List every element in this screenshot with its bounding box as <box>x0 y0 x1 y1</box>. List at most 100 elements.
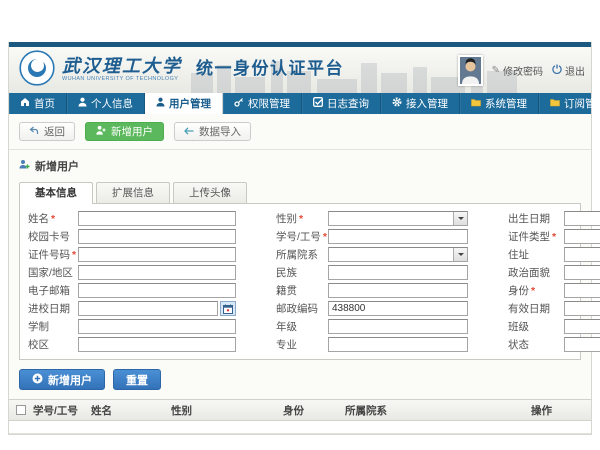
nav-label: 日志查询 <box>327 96 369 111</box>
back-button[interactable]: 返回 <box>19 122 75 141</box>
native-place-input[interactable] <box>328 283 468 298</box>
toolbar-add-user-button[interactable]: 新增用户 <box>85 122 164 141</box>
field-email: 电子邮箱 <box>28 283 236 298</box>
field-label: 学制 <box>28 321 49 333</box>
gender-select[interactable] <box>328 211 468 226</box>
column-header-actions: 操作 <box>527 403 591 418</box>
reset-button[interactable]: 重置 <box>113 369 161 390</box>
auth-platform-window: 武汉理工大学 WUHAN UNIVERSITY OF TECHNOLOGY 统一… <box>8 42 592 435</box>
field-label: 专业 <box>276 339 297 351</box>
nav-item-system-management[interactable]: 系统管理 <box>460 93 539 114</box>
table-empty-row <box>9 421 591 434</box>
field-native-place: 籍贯 <box>276 283 468 298</box>
nav-label: 个人信息 <box>91 96 133 111</box>
nav-label: 订阅管理 <box>564 96 600 111</box>
folder-icon <box>550 98 560 110</box>
field-label: 有效日期 <box>508 303 550 315</box>
change-password-label: 修改密码 <box>503 63 543 78</box>
toolbar: 返回 新增用户 数据导入 <box>9 114 591 150</box>
address-input[interactable] <box>564 247 600 262</box>
required-marker: * <box>531 285 535 297</box>
required-marker: * <box>299 213 303 225</box>
status-input[interactable] <box>564 337 600 352</box>
dropdown-arrow-icon[interactable] <box>453 212 467 225</box>
select-all-checkbox[interactable] <box>16 405 26 415</box>
required-marker: * <box>51 213 55 225</box>
data-import-button[interactable]: 数据导入 <box>174 122 251 141</box>
form-tabs: 基本信息 扩展信息 上传头像 <box>9 179 591 203</box>
main-navigation: 首页 个人信息 用户管理 权限管理 日志查询 接入管理 系统管理 订阅管理 <box>9 93 591 114</box>
add-user-icon <box>96 125 106 138</box>
field-name: 姓名* <box>28 211 236 226</box>
field-label: 姓名 <box>28 213 49 225</box>
political-status-input[interactable] <box>564 265 600 280</box>
logout-link[interactable]: 退出 <box>552 63 585 78</box>
reset-label: 重置 <box>126 372 148 388</box>
section-header: 新增用户 <box>9 150 591 179</box>
name-input[interactable] <box>78 211 236 226</box>
field-identity: 身份* <box>508 283 600 298</box>
nav-item-personal-info[interactable]: 个人信息 <box>67 93 145 114</box>
nav-label: 接入管理 <box>406 96 448 111</box>
field-label: 身份 <box>508 285 529 297</box>
gear-icon <box>392 97 402 110</box>
basic-info-form-panel: 姓名* 性别* 出生日期 校园卡号 学号/工号* <box>19 203 581 360</box>
tab-extended-info[interactable]: 扩展信息 <box>96 182 170 203</box>
dropdown-arrow-icon[interactable] <box>453 248 467 261</box>
nav-item-subscription-management[interactable]: 订阅管理 <box>539 93 600 114</box>
field-label: 学号/工号 <box>276 231 321 243</box>
class-input[interactable] <box>564 319 600 334</box>
field-grade: 年级 <box>276 319 468 334</box>
tab-basic-info[interactable]: 基本信息 <box>19 182 93 204</box>
university-name-block: 武汉理工大学 WUHAN UNIVERSITY OF TECHNOLOGY <box>62 57 182 83</box>
id-type-input[interactable] <box>564 229 600 244</box>
student-id-input[interactable] <box>328 229 468 244</box>
back-label: 返回 <box>44 124 65 139</box>
table-header-row: 学号/工号 姓名 性别 身份 所属院系 操作 <box>9 400 591 421</box>
field-label: 政治面貌 <box>508 267 550 279</box>
required-marker: * <box>552 231 556 243</box>
department-select[interactable] <box>328 247 468 262</box>
app-header: 武汉理工大学 WUHAN UNIVERSITY OF TECHNOLOGY 统一… <box>9 47 591 93</box>
postal-code-input[interactable] <box>328 301 468 316</box>
field-id-number: 证件号码* <box>28 247 236 262</box>
nav-item-home[interactable]: 首页 <box>9 93 67 114</box>
field-address: 住址 <box>508 247 600 262</box>
entry-date-input[interactable] <box>78 301 218 316</box>
nav-item-log-query[interactable]: 日志查询 <box>302 93 381 114</box>
field-label: 状态 <box>508 339 529 351</box>
field-campus-card: 校园卡号 <box>28 229 236 244</box>
nav-label: 首页 <box>34 96 55 111</box>
email-input[interactable] <box>78 283 236 298</box>
field-department: 所属院系 <box>276 247 468 262</box>
calendar-icon[interactable] <box>220 301 236 316</box>
major-input[interactable] <box>328 337 468 352</box>
grade-input[interactable] <box>328 319 468 334</box>
checklist-icon <box>313 97 323 110</box>
campus-card-input[interactable] <box>78 229 236 244</box>
study-length-input[interactable] <box>78 319 236 334</box>
nav-item-user-management[interactable]: 用户管理 <box>145 93 223 114</box>
person-icon <box>78 97 87 110</box>
id-number-input[interactable] <box>78 247 236 262</box>
ethnicity-input[interactable] <box>328 265 468 280</box>
nav-item-access-management[interactable]: 接入管理 <box>381 93 460 114</box>
required-marker: * <box>323 231 327 243</box>
user-avatar[interactable] <box>458 55 483 86</box>
birth-date-input[interactable] <box>564 211 600 226</box>
country-input[interactable] <box>78 265 236 280</box>
tab-upload-avatar[interactable]: 上传头像 <box>173 182 247 203</box>
submit-add-user-button[interactable]: 新增用户 <box>19 369 105 390</box>
add-user-section-icon <box>19 159 30 173</box>
campus-input[interactable] <box>78 337 236 352</box>
column-header-name: 姓名 <box>87 403 167 418</box>
nav-item-permission-management[interactable]: 权限管理 <box>223 93 302 114</box>
plus-circle-icon <box>32 373 43 387</box>
field-label: 班级 <box>508 321 529 333</box>
change-password-link[interactable]: ✎ 修改密码 <box>492 63 543 78</box>
column-header-gender: 性别 <box>167 403 279 418</box>
home-icon <box>20 97 30 110</box>
valid-date-input[interactable] <box>564 301 600 316</box>
platform-title: 统一身份认证平台 <box>196 54 344 79</box>
identity-input[interactable] <box>564 283 600 298</box>
